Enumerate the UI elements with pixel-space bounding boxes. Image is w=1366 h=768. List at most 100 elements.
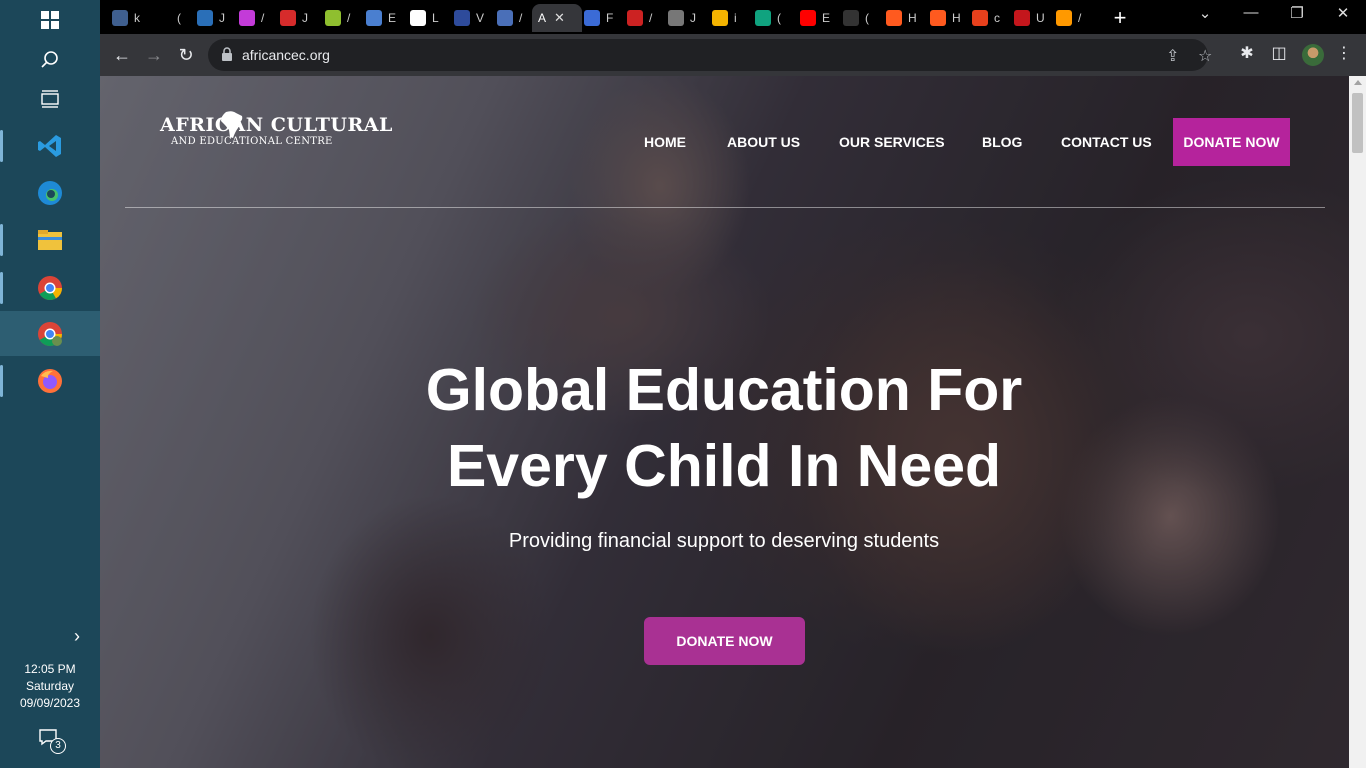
browser-tab[interactable]: ( <box>837 4 877 32</box>
chevron-right-icon[interactable]: › <box>74 626 80 647</box>
notification-center-icon[interactable]: 3 <box>38 728 66 754</box>
reload-icon[interactable]: ↻ <box>174 43 198 67</box>
lock-icon[interactable] <box>222 47 232 61</box>
tab-favicon-icon <box>712 10 728 26</box>
tab-title: H <box>952 11 961 25</box>
browser-tab[interactable]: H <box>880 4 920 32</box>
browser-tab[interactable]: E <box>794 4 834 32</box>
scrollbar-thumb[interactable] <box>1352 93 1363 153</box>
browser-tab[interactable]: / <box>1050 4 1090 32</box>
browser-tab[interactable]: / <box>319 4 359 32</box>
url-text[interactable]: africancec.org <box>242 47 330 63</box>
browser-tab[interactable]: J <box>662 4 702 32</box>
browser-tab[interactable]: ( <box>749 4 789 32</box>
tab-favicon-icon <box>366 10 382 26</box>
browser-tab[interactable]: / <box>491 4 531 32</box>
address-bar[interactable]: africancec.org ⇪ ☆ <box>208 39 1212 71</box>
bookmark-star-icon[interactable]: ☆ <box>1198 46 1212 66</box>
hero-headline-line2: Every Child In Need <box>446 433 1002 499</box>
browser-tab[interactable]: i <box>706 4 746 32</box>
system-clock[interactable]: 12:05 PM Saturday 09/09/2023 <box>0 661 100 712</box>
tab-favicon-icon <box>1056 10 1072 26</box>
tab-title: J <box>302 11 308 25</box>
browser-tab[interactable]: J <box>191 4 231 32</box>
tab-close-icon[interactable]: ✕ <box>554 10 565 26</box>
menu-kebab-icon[interactable]: ⋮ <box>1333 43 1355 63</box>
nav-donate-button[interactable]: DONATE NOW <box>1173 118 1290 166</box>
tab-favicon-icon <box>497 10 513 26</box>
tab-favicon-icon <box>112 10 128 26</box>
share-icon[interactable]: ⇪ <box>1166 46 1179 66</box>
header-divider <box>125 207 1325 208</box>
tab-favicon-icon <box>886 10 902 26</box>
nav-about-us[interactable]: ABOUT US <box>727 134 800 150</box>
file-explorer-icon[interactable] <box>0 220 70 260</box>
tab-search-chevron-icon[interactable]: ⌄ <box>1190 4 1220 22</box>
tab-title: / <box>1078 11 1082 25</box>
tab-title: H <box>908 11 917 25</box>
browser-tab[interactable]: / <box>621 4 661 32</box>
tab-favicon-icon <box>197 10 213 26</box>
chrome-icon[interactable] <box>0 268 70 308</box>
tab-favicon-icon <box>155 10 171 26</box>
browser-tab[interactable]: ( <box>149 4 189 32</box>
tab-favicon-icon <box>584 10 600 26</box>
nav-contact-us[interactable]: CONTACT US <box>1061 134 1152 150</box>
nav-our-services[interactable]: OUR SERVICES <box>839 134 945 150</box>
browser-tab[interactable]: c <box>966 4 1006 32</box>
tab-favicon-icon <box>325 10 341 26</box>
tab-title: J <box>690 11 696 25</box>
clock-time: 12:05 PM <box>24 662 76 676</box>
task-view-icon[interactable] <box>30 79 70 119</box>
firefox-icon[interactable] <box>0 361 70 401</box>
tab-favicon-icon <box>280 10 296 26</box>
new-tab-button[interactable]: + <box>1108 5 1132 31</box>
browser-tab[interactable]: L <box>404 4 444 32</box>
search-icon[interactable] <box>30 40 70 80</box>
scroll-up-arrow-icon[interactable] <box>1354 80 1362 85</box>
browser-tab[interactable]: F <box>578 4 618 32</box>
tab-title: / <box>649 11 653 25</box>
minimize-button[interactable]: — <box>1236 4 1266 21</box>
tab-title: ( <box>777 11 781 25</box>
close-window-button[interactable]: ✕ <box>1328 4 1358 22</box>
nav-home[interactable]: HOME <box>644 134 686 150</box>
browser-tab[interactable]: U <box>1008 4 1048 32</box>
browser-tab[interactable]: / <box>233 4 273 32</box>
nav-blog[interactable]: BLOG <box>982 134 1022 150</box>
tab-title: ( <box>865 11 869 25</box>
profile-avatar[interactable] <box>1302 44 1324 66</box>
tab-title: V <box>476 11 485 25</box>
windows-start-icon[interactable] <box>30 0 70 40</box>
tab-title: F <box>606 11 614 25</box>
tab-title: / <box>261 11 265 25</box>
clock-date: 09/09/2023 <box>19 696 81 710</box>
tab-favicon-icon <box>239 10 255 26</box>
tab-favicon-icon <box>972 10 988 26</box>
tab-title: E <box>822 11 831 25</box>
browser-tab[interactable]: J <box>274 4 314 32</box>
browser-tab[interactable]: k <box>106 4 146 32</box>
clock-day: Saturday <box>25 679 75 693</box>
vscode-icon[interactable] <box>0 126 70 166</box>
tab-favicon-icon <box>454 10 470 26</box>
tab-strip: + ⌄ — ❐ ✕ k(J / J / E L V / A ✕ F / Ji(E(H Hc U / <box>100 0 1366 34</box>
chrome-profile-icon[interactable] <box>0 311 100 356</box>
site-logo[interactable]: AFRICAN CULTURAL AND EDUCATIONAL CENTRE <box>160 111 393 147</box>
edge-icon[interactable] <box>30 173 70 213</box>
tab-favicon-icon <box>755 10 771 26</box>
browser-tab[interactable]: E <box>360 4 400 32</box>
tab-favicon-icon <box>930 10 946 26</box>
side-panel-icon[interactable]: ◫ <box>1268 43 1290 63</box>
page-scrollbar[interactable] <box>1349 76 1366 768</box>
extensions-puzzle-icon[interactable]: ✱ <box>1236 43 1258 63</box>
browser-tab[interactable]: H <box>924 4 964 32</box>
restore-button[interactable]: ❐ <box>1282 4 1312 22</box>
hero-donate-button[interactable]: DONATE NOW <box>644 617 805 665</box>
tab-active[interactable]: A ✕ <box>532 4 582 32</box>
browser-tab[interactable]: V <box>448 4 488 32</box>
forward-arrow-icon[interactable]: → <box>142 43 166 67</box>
tab-title: U <box>1036 11 1045 25</box>
back-arrow-icon[interactable]: ← <box>110 43 134 67</box>
hero-section: AFRICAN CULTURAL AND EDUCATIONAL CENTRE … <box>100 76 1349 768</box>
